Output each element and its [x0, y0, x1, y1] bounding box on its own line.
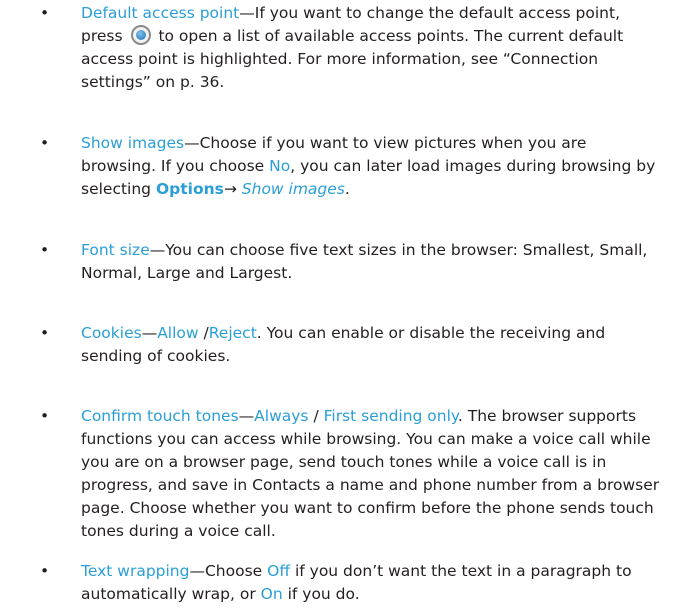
description-end: if you do.: [282, 585, 360, 603]
item-text: Cookies—Allow /Reject. You can enable or…: [81, 322, 660, 368]
option-on: On: [260, 585, 283, 603]
dash: —: [239, 4, 255, 22]
list-item-text-wrapping: • Text wrapping—Choose Off if you don’t …: [40, 560, 660, 606]
item-text: Confirm touch tones—Always / First sendi…: [81, 405, 660, 543]
description: You can choose five text sizes in the br…: [81, 241, 648, 282]
option-reject: Reject: [208, 324, 257, 342]
setting-name: Font size: [81, 241, 150, 259]
bullet: •: [40, 241, 50, 259]
period: .: [344, 180, 350, 198]
setting-name: Cookies: [81, 324, 142, 342]
description: Choose: [204, 562, 268, 580]
dash: —: [149, 241, 166, 259]
item-text: Show images—Choose if you want to view p…: [81, 132, 660, 201]
separator: /: [198, 324, 209, 342]
bullet: •: [40, 562, 50, 580]
bullet: •: [40, 134, 50, 152]
list-item-show-images: • Show images—Choose if you want to view…: [40, 132, 660, 201]
list-item-font-size: • Font size—You can choose five text siz…: [40, 239, 660, 285]
navigation-key-icon: [130, 25, 151, 45]
list-item-default-access-point: • Default access point—If you want to ch…: [40, 2, 660, 94]
item-text: Text wrapping—Choose Off if you don’t wa…: [81, 560, 660, 606]
dash: —: [184, 134, 200, 152]
show-images-command: Show images: [241, 180, 345, 198]
item-text: Font size—You can choose five text sizes…: [81, 239, 660, 285]
setting-name: Confirm touch tones: [81, 407, 239, 425]
option-always: Always: [254, 407, 309, 425]
option-off: Off: [267, 562, 291, 580]
option-no: No: [269, 157, 291, 175]
list-item-confirm-touch-tones: • Confirm touch tones—Always / First sen…: [40, 405, 660, 543]
item-text: Default access point—If you want to chan…: [81, 2, 660, 94]
setting-name: Show images: [81, 134, 185, 152]
options-softkey: Options: [155, 180, 224, 198]
description: . The browser supports functions you can…: [81, 407, 660, 540]
separator: /: [308, 407, 324, 425]
dash: —: [189, 562, 205, 580]
list-item-cookies: • Cookies—Allow /Reject. You can enable …: [40, 322, 660, 368]
setting-name: Text wrapping: [81, 562, 190, 580]
dash: —: [141, 324, 158, 342]
arrow: →: [223, 180, 242, 198]
bullet: •: [40, 407, 50, 425]
option-first-sending-only: First sending only: [323, 407, 458, 425]
option-allow: Allow: [157, 324, 199, 342]
bullet: •: [40, 324, 50, 342]
description-cont: to open a list of available access point…: [81, 27, 624, 91]
setting-name: Default access point: [81, 4, 240, 22]
bullet: •: [40, 4, 50, 22]
dash: —: [238, 407, 255, 425]
